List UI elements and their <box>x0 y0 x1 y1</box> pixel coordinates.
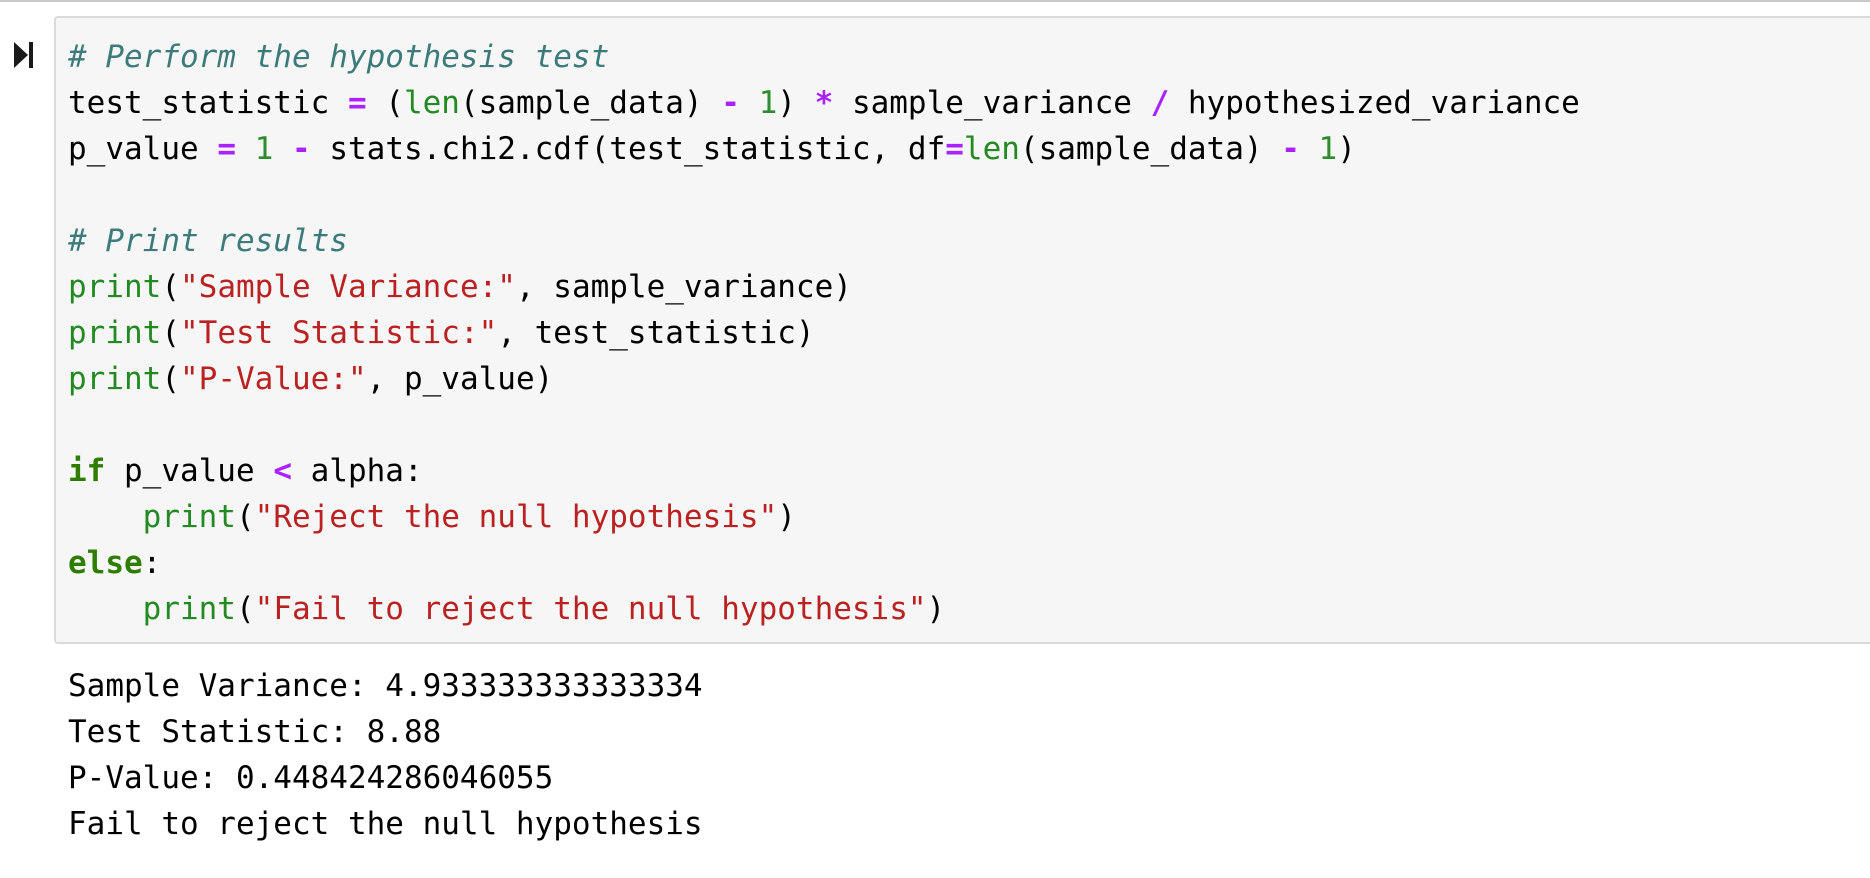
code-builtin: len <box>963 131 1020 167</box>
code-line: p_value = 1 - stats.chi2.cdf(test_statis… <box>68 126 1870 172</box>
code-token: , test_statistic) <box>497 315 815 351</box>
code-token: , sample_variance) <box>515 269 852 305</box>
code-builtin: print <box>142 499 236 535</box>
code-token: ) <box>1337 131 1356 167</box>
code-token: (sample_data) <box>459 85 722 121</box>
code-operator: - <box>721 85 740 121</box>
code-line: # Print results <box>68 218 1870 264</box>
code-comment: # Print results <box>68 223 348 259</box>
run-cell-icon[interactable] <box>12 40 36 70</box>
code-line: # Perform the hypothesis test <box>68 34 1870 80</box>
code-token: hypothesized_variance <box>1169 85 1580 121</box>
code-builtin: print <box>68 269 162 305</box>
code-operator: - <box>292 131 311 167</box>
code-token: stats.chi2.cdf(test_statistic, df <box>310 131 946 167</box>
code-token: ( <box>366 85 404 121</box>
code-token: ) <box>777 499 796 535</box>
code-string: "Fail to reject the null hypothesis" <box>254 591 927 627</box>
code-token: alpha: <box>291 453 423 489</box>
code-operator: = <box>945 131 964 167</box>
code-line: else: <box>68 540 1870 586</box>
top-divider <box>0 0 1870 2</box>
code-number: 1 <box>1318 131 1338 167</box>
code-editor[interactable]: # Perform the hypothesis test test_statis… <box>56 18 1870 632</box>
code-operator: / <box>1150 85 1170 121</box>
output-line: P-Value: 0.448424286046055 <box>68 760 554 796</box>
code-line: print("Reject the null hypothesis") <box>68 494 1870 540</box>
code-line: print("Fail to reject the null hypothesi… <box>68 586 1870 632</box>
code-number: 1 <box>254 131 274 167</box>
code-keyword: if <box>68 453 106 489</box>
cell-output: Sample Variance: 4.933333333333334 Test S… <box>56 663 703 847</box>
code-token: ( <box>235 499 255 535</box>
code-string: "Reject the null hypothesis" <box>254 499 778 535</box>
code-operator: = <box>347 85 367 121</box>
code-builtin: print <box>68 361 162 397</box>
code-token: ) <box>777 85 815 121</box>
code-token: ( <box>161 315 180 351</box>
code-token: (sample_data) <box>1019 131 1282 167</box>
code-token: test_statistic <box>68 85 348 121</box>
code-line: print("Sample Variance:", sample_varianc… <box>68 264 1870 310</box>
code-number: 1 <box>758 85 778 121</box>
code-token: ( <box>235 591 255 627</box>
code-token: , p_value) <box>366 361 554 397</box>
output-line: Sample Variance: 4.933333333333334 <box>68 668 703 704</box>
output-line: Fail to reject the null hypothesis <box>68 806 703 842</box>
output-line: Test Statistic: 8.88 <box>68 714 442 750</box>
code-token: : <box>142 545 162 581</box>
code-line: test_statistic = (len(sample_data) - 1) … <box>68 80 1870 126</box>
code-token: ( <box>161 361 180 397</box>
code-token: p_value <box>105 453 274 489</box>
code-token: ( <box>161 269 180 305</box>
code-string: "P-Value:" <box>180 361 367 397</box>
code-builtin: print <box>142 591 236 627</box>
code-operator: - <box>1281 131 1300 167</box>
code-operator: < <box>273 453 292 489</box>
code-line: if p_value < alpha: <box>68 448 1870 494</box>
code-builtin: len <box>403 85 460 121</box>
code-token: ) <box>926 591 946 627</box>
code-cell[interactable]: # Perform the hypothesis test test_statis… <box>54 16 1870 644</box>
code-comment: # Perform the hypothesis test <box>68 39 610 75</box>
code-operator: = <box>217 131 236 167</box>
code-keyword: else <box>68 545 143 581</box>
code-line: print("Test Statistic:", test_statistic) <box>68 310 1870 356</box>
code-builtin: print <box>68 315 162 351</box>
code-token: p_value <box>68 131 218 167</box>
code-string: "Test Statistic:" <box>180 315 498 351</box>
code-string: "Sample Variance:" <box>180 269 516 305</box>
code-operator: * <box>814 85 834 121</box>
code-token: sample_variance <box>833 85 1151 121</box>
code-line: print("P-Value:", p_value) <box>68 356 1870 402</box>
